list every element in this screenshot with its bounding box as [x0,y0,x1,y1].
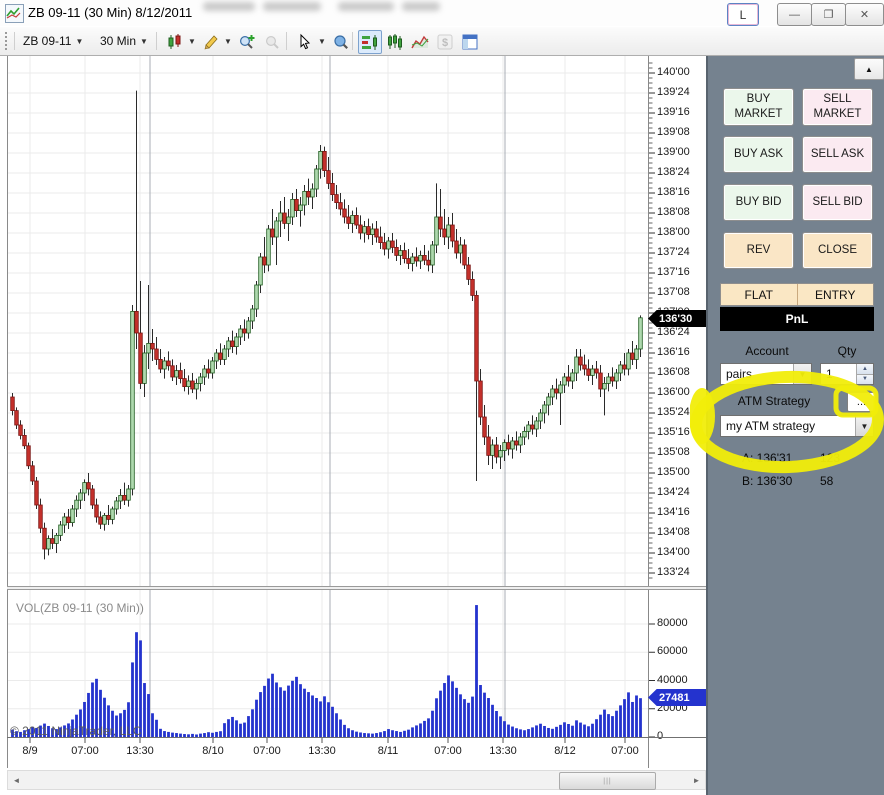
candles [10,90,643,560]
axis-ticks [649,62,655,738]
cursor-dropdown[interactable]: ▼ [314,31,326,51]
volume-indicator-label: VOL(ZB 09-11 (30 Min)) [16,601,144,615]
bid-price: B: 136'30 [742,474,793,488]
minimize-button[interactable]: — [777,3,812,26]
zoom-in-icon[interactable] [235,30,259,54]
plot-left-border [7,56,8,768]
price-chart [7,56,648,586]
toolbar-grip[interactable] [5,32,10,50]
time-tick-label: 07:00 [71,745,99,757]
flat-indicator: FLAT [744,287,773,302]
qty-down-icon[interactable]: ▼ [857,373,873,384]
last-price-marker: 136'30 [648,310,706,327]
qty-label: Qty [837,344,857,358]
time-tick-label: 8/10 [202,745,224,757]
bid-size: 58 [820,474,834,488]
entry-indicator: ENTRY [815,287,856,302]
drawing-tools-dropdown[interactable]: ▼ [220,31,232,51]
window-title: ZB 09-11 (30 Min) 8/12/2011 [28,5,193,20]
chart-style-icon[interactable] [408,30,432,54]
period-selector[interactable]: 30 Min ▼ [100,31,148,51]
time-tick-label: 8/11 [377,745,399,757]
sell-market-button[interactable]: SELL MARKET [802,88,873,126]
qty-up-icon[interactable]: ▲ [857,364,873,374]
quantity-stepper[interactable]: 1 ▲ ▼ [820,363,874,385]
data-box-icon[interactable] [329,30,353,54]
time-tick-label: 13:30 [489,745,517,757]
account-select[interactable]: pairs ▼ [720,363,812,385]
price-axis[interactable]: 140'00 139'24 139'16 139'08 139'00 138'24 138'… [648,56,706,768]
pane-splitter[interactable] [7,586,706,590]
pnl-display: PnL [720,307,874,331]
dollar-icon: $ [433,30,457,54]
chart-icon [5,4,24,23]
time-tick-label: 07:00 [253,745,281,757]
time-tick-label: 13:30 [308,745,336,757]
time-axis-ticks [29,738,626,743]
atm-strategy-select[interactable]: my ATM strategy ▼ [720,415,874,437]
chevron-down-icon: ▼ [75,36,84,46]
horizontal-scrollbar[interactable]: ◄ ||| ► [7,770,706,790]
instrument-selector[interactable]: ZB 09-11 ▼ [23,31,83,51]
x-axis-line [7,737,706,738]
time-tick-label: 07:00 [434,745,462,757]
time-tick-label: 13:30 [126,745,154,757]
link-button[interactable]: L [727,3,759,26]
svg-text:$: $ [442,37,448,49]
zoom-out-icon [260,30,284,54]
restore-button[interactable]: ❐ [811,3,846,26]
time-tick-label: 8/12 [554,745,576,757]
chart-window: ZB 09-11 (30 Min) 8/12/2011 L — ❐ ✕ ZB 0… [0,0,884,795]
blurred-text [263,2,321,11]
scrollbar-thumb[interactable]: ||| [559,772,656,790]
time-axis[interactable]: 8/9 07:00 13:30 8/10 07:00 13:30 8/11 07:00 13:3… [7,738,706,768]
atm-options-button[interactable]: ... [847,392,876,412]
chart-trader-icon[interactable] [358,30,382,54]
buy-market-button[interactable]: BUY MARKET [723,88,794,126]
position-state-bar: FLAT ENTRY [720,283,874,306]
copyright-text: © 2011 NinjaTrader, LLC [10,724,142,738]
reverse-button[interactable]: REV [723,232,794,269]
time-tick-label: 07:00 [611,745,639,757]
ask-size: 123 [820,451,841,465]
bar-style-dropdown[interactable]: ▼ [184,31,196,51]
volume-bars [11,605,642,737]
blurred-text [402,2,440,11]
buy-bid-button[interactable]: BUY BID [723,184,794,221]
chart-trader-panel: ▲ BUY MARKET SELL MARKET BUY ASK SELL AS… [706,56,884,795]
account-label: Account [745,344,789,358]
collapse-panel-button[interactable]: ▲ [854,58,884,80]
ask-price: A: 136'31 [742,451,793,465]
chevron-down-icon[interactable]: ▼ [855,416,873,436]
last-volume-marker: 27481 [648,689,706,706]
close-position-button[interactable]: CLOSE [802,232,873,269]
blurred-text [203,2,255,11]
time-tick-label: 8/9 [22,745,38,757]
scroll-left-arrow[interactable]: ◄ [8,771,25,789]
close-button[interactable]: ✕ [845,3,884,26]
sell-bid-button[interactable]: SELL BID [802,184,873,221]
chevron-down-icon[interactable]: ▼ [793,364,811,384]
toolbar: ZB 09-11 ▼ 30 Min ▼ ▼ ▼ ▼ $ [0,27,884,56]
sell-ask-button[interactable]: SELL ASK [802,136,873,173]
titlebar: ZB 09-11 (30 Min) 8/12/2011 L — ❐ ✕ [0,0,884,26]
price-pane[interactable] [7,56,648,586]
properties-icon[interactable] [458,30,482,54]
blurred-text [338,2,394,11]
chevron-down-icon: ▼ [140,36,148,46]
buy-ask-button[interactable]: BUY ASK [723,136,794,173]
atm-strategy-label: ATM Strategy [737,394,811,408]
scroll-right-arrow[interactable]: ► [688,771,705,789]
market-analyzer-icon[interactable] [383,30,407,54]
